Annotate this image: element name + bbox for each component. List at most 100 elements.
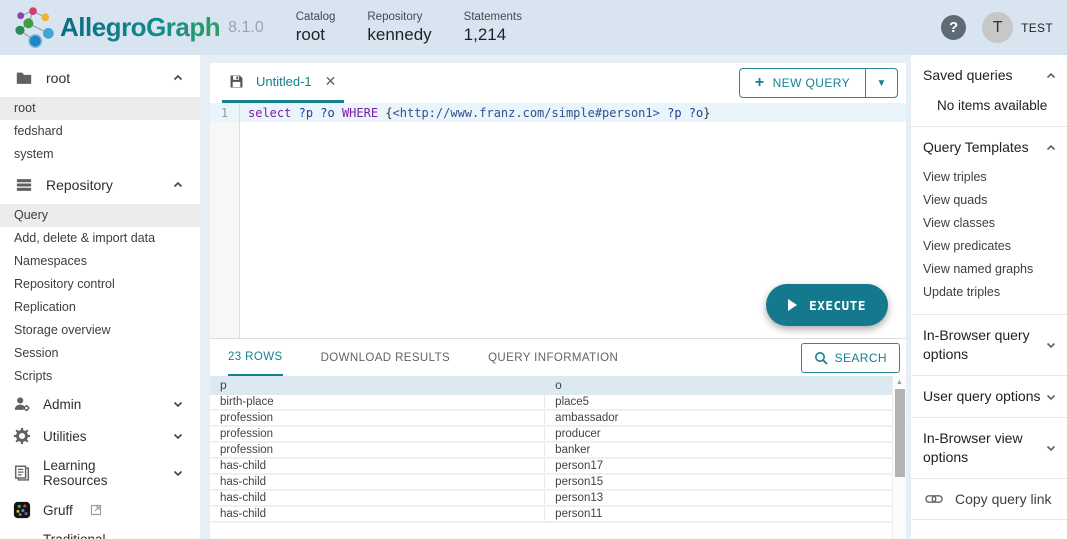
column-header-p[interactable]: p xyxy=(210,376,544,395)
link-icon xyxy=(925,492,943,506)
in-browser-view-options-title: In-Browser view options xyxy=(923,429,1045,467)
query-tab-untitled-1[interactable]: Untitled-1 ✕ xyxy=(222,63,344,103)
save-icon[interactable] xyxy=(228,73,245,90)
query-templates-section: Query Templates View triples View quads … xyxy=(911,127,1067,315)
sidebar-item-system[interactable]: system xyxy=(0,143,200,166)
code-line-1: select ?p ?o WHERE {<http://www.franz.co… xyxy=(240,103,906,122)
table-row[interactable]: birth-place place5 xyxy=(210,395,892,411)
statements-stat: Statements 1,214 xyxy=(464,11,522,45)
sidebar-item-learning-resources[interactable]: Learning Resources xyxy=(0,452,200,494)
app-header: AllegroGraph 8.1.0 Catalog root Reposito… xyxy=(0,0,1067,55)
query-templates-header[interactable]: Query Templates xyxy=(923,138,1057,157)
cell-o: person17 xyxy=(544,459,892,473)
table-row[interactable]: has-child person13 xyxy=(210,491,892,507)
scrollbar-up-arrow-icon[interactable]: ▲ xyxy=(896,376,903,386)
execute-button[interactable]: EXECUTE xyxy=(766,284,888,326)
user-query-options-section: User query options xyxy=(911,376,1067,418)
repository-icon xyxy=(14,175,34,195)
in-browser-query-options-header[interactable]: In-Browser query options xyxy=(923,326,1057,364)
new-query-label: NEW QUERY xyxy=(773,76,850,90)
table-row[interactable]: has-child person11 xyxy=(210,507,892,523)
execute-label: EXECUTE xyxy=(809,298,866,313)
column-header-o[interactable]: o xyxy=(544,376,892,395)
template-view-quads[interactable]: View quads xyxy=(923,188,1057,211)
template-view-predicates[interactable]: View predicates xyxy=(923,234,1057,257)
saved-queries-title: Saved queries xyxy=(923,66,1045,85)
query-tab-title: Untitled-1 xyxy=(256,74,312,89)
template-view-classes[interactable]: View classes xyxy=(923,211,1057,234)
table-row[interactable]: profession banker xyxy=(210,443,892,459)
gruff-icon xyxy=(12,500,32,520)
scrollbar-thumb[interactable] xyxy=(895,389,905,477)
sidebar-item-namespaces[interactable]: Namespaces xyxy=(0,250,200,273)
table-row[interactable]: profession producer xyxy=(210,427,892,443)
sidebar-item-traditional-webview[interactable]: Traditional WebView xyxy=(0,526,200,539)
repository-label: Repository xyxy=(367,11,431,23)
copy-query-link-button[interactable]: Copy query link xyxy=(923,490,1057,508)
query-editor[interactable]: 1 select ?p ?o WHERE {<http://www.franz.… xyxy=(210,103,906,338)
template-view-named-graphs[interactable]: View named graphs xyxy=(923,257,1057,280)
sidebar-item-admin[interactable]: Admin xyxy=(0,388,200,420)
sidebar-item-add-delete-import[interactable]: Add, delete & import data xyxy=(0,227,200,250)
query-templates-title: Query Templates xyxy=(923,138,1045,157)
sidebar-item-storage-overview[interactable]: Storage overview xyxy=(0,319,200,342)
learning-resources-label: Learning Resources xyxy=(43,458,161,488)
copy-query-link-label: Copy query link xyxy=(955,491,1052,507)
catalog-section-header[interactable]: root xyxy=(0,59,200,97)
template-update-triples[interactable]: Update triples xyxy=(923,280,1057,303)
cell-o: ambassador xyxy=(544,411,892,425)
sidebar-item-gruff[interactable]: Gruff xyxy=(0,494,200,526)
saved-queries-empty-text: No items available xyxy=(923,85,1057,115)
repository-section-title: Repository xyxy=(46,177,160,193)
catalog-section-title: root xyxy=(46,70,160,86)
in-browser-view-options-header[interactable]: In-Browser view options xyxy=(923,429,1057,467)
app-version: 8.1.0 xyxy=(228,19,264,37)
help-icon[interactable]: ? xyxy=(941,15,966,40)
chevron-down-icon xyxy=(172,398,184,410)
saved-queries-header[interactable]: Saved queries xyxy=(923,66,1057,85)
statements-value: 1,214 xyxy=(464,25,522,45)
results-tabbar: 23 ROWS DOWNLOAD RESULTS QUERY INFORMATI… xyxy=(210,339,906,376)
saved-queries-section: Saved queries No items available xyxy=(911,55,1067,127)
username-label: TEST xyxy=(1021,21,1053,35)
sidebar-item-fedshard[interactable]: fedshard xyxy=(0,120,200,143)
caret-down-icon: ▼ xyxy=(877,78,887,89)
search-icon xyxy=(814,351,828,365)
sidebar-item-scripts[interactable]: Scripts xyxy=(0,365,200,388)
catalog-label: Catalog xyxy=(296,11,336,23)
play-icon xyxy=(788,299,797,311)
catalog-stat: Catalog root xyxy=(296,11,336,45)
cell-o: place5 xyxy=(544,395,892,409)
cell-p: has-child xyxy=(210,491,544,505)
results-scrollbar[interactable]: ▲ xyxy=(892,376,906,539)
repository-section-header[interactable]: Repository xyxy=(0,166,200,204)
user-query-options-title: User query options xyxy=(923,387,1045,406)
tab-query-information[interactable]: QUERY INFORMATION xyxy=(488,339,618,376)
sidebar-item-replication[interactable]: Replication xyxy=(0,296,200,319)
search-button[interactable]: SEARCH xyxy=(801,343,900,373)
left-sidebar: root root fedshard system Repository Que… xyxy=(0,55,200,539)
table-row[interactable]: profession ambassador xyxy=(210,411,892,427)
editor-gutter: 1 xyxy=(210,103,240,338)
cell-p: birth-place xyxy=(210,395,544,409)
sidebar-item-session[interactable]: Session xyxy=(0,342,200,365)
code-token-where: WHERE xyxy=(342,106,378,120)
new-query-dropdown-button[interactable]: ▼ xyxy=(865,68,898,98)
code-token-vars2: ?p ?o xyxy=(667,106,703,120)
new-query-button[interactable]: + NEW QUERY xyxy=(739,68,865,98)
table-row[interactable]: has-child person17 xyxy=(210,459,892,475)
user-query-options-header[interactable]: User query options xyxy=(923,387,1057,406)
sidebar-item-query[interactable]: Query xyxy=(0,204,200,227)
cell-p: profession xyxy=(210,443,544,457)
sidebar-item-repository-control[interactable]: Repository control xyxy=(0,273,200,296)
sidebar-item-root[interactable]: root xyxy=(0,97,200,120)
tab-download-results[interactable]: DOWNLOAD RESULTS xyxy=(321,339,451,376)
cell-p: has-child xyxy=(210,459,544,473)
sidebar-item-utilities[interactable]: Utilities xyxy=(0,420,200,452)
template-view-triples[interactable]: View triples xyxy=(923,165,1057,188)
close-tab-icon[interactable]: ✕ xyxy=(323,73,339,90)
tab-rows[interactable]: 23 ROWS xyxy=(228,339,283,376)
user-avatar[interactable]: T xyxy=(982,12,1013,43)
results-table: p o birth-place place5 profession ambass… xyxy=(210,376,892,539)
table-row[interactable]: has-child person15 xyxy=(210,475,892,491)
